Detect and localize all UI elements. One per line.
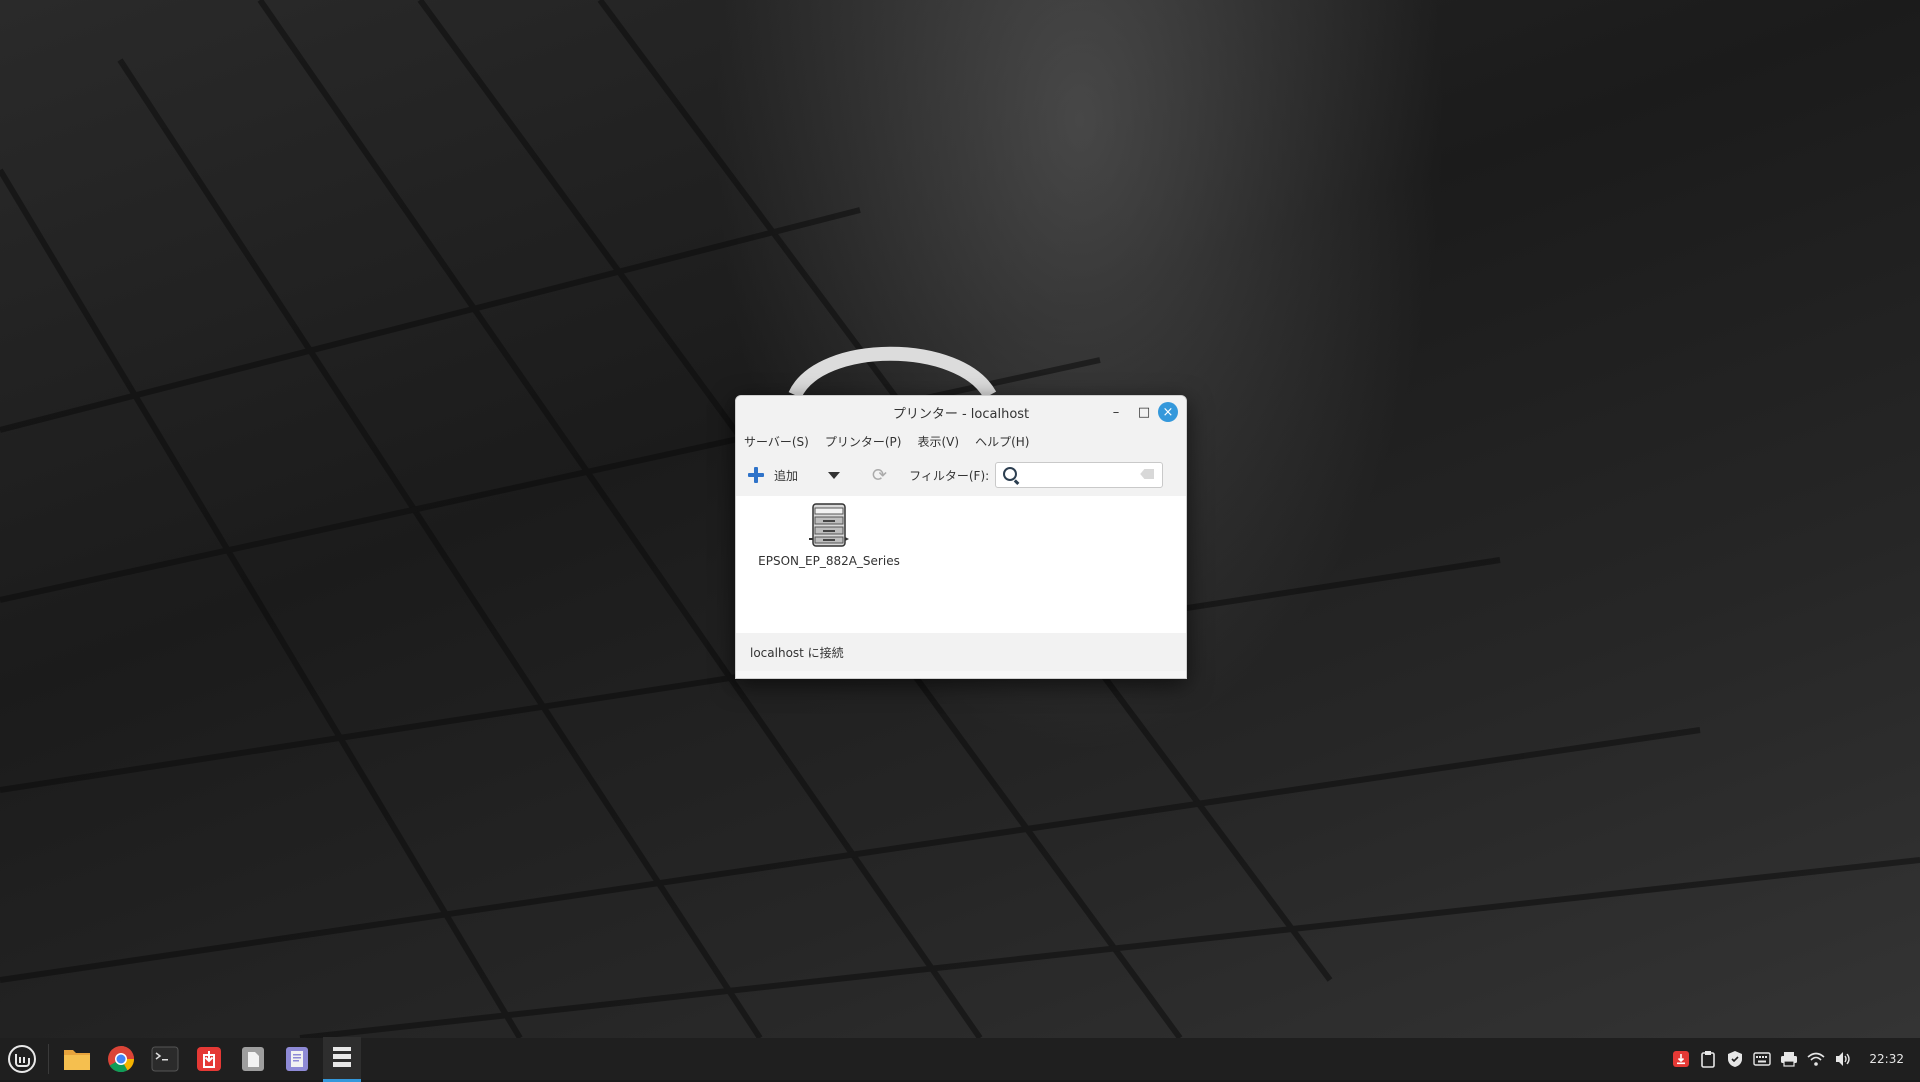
printers-taskbar-button[interactable]	[323, 1036, 361, 1082]
update-manager-tray-icon	[1673, 1051, 1690, 1067]
document-viewer-launcher[interactable]	[281, 1043, 313, 1075]
menu-printer[interactable]: プリンター(P)	[825, 431, 902, 452]
filter-field[interactable]	[995, 462, 1164, 488]
printer-name: EPSON_EP_882A_Series	[758, 554, 900, 568]
text-editor-launcher[interactable]	[237, 1043, 269, 1075]
close-button[interactable]: ×	[1156, 396, 1180, 428]
refresh-icon[interactable]: ⟳	[872, 465, 887, 486]
chrome-icon	[108, 1046, 135, 1073]
document-viewer-icon	[286, 1047, 308, 1071]
update-manager-launcher[interactable]	[193, 1043, 225, 1075]
chrome-launcher[interactable]	[105, 1043, 137, 1075]
clipboard-tray-button[interactable]	[1697, 1048, 1719, 1070]
menu-button[interactable]	[6, 1043, 38, 1075]
plus-icon	[748, 467, 764, 483]
update-manager-tray-button[interactable]	[1670, 1048, 1692, 1070]
text-editor-icon	[242, 1047, 264, 1071]
window-title: プリンター - localhost	[892, 406, 1030, 422]
filter-label: フィルター(F):	[909, 468, 990, 483]
printers-icon	[333, 1046, 351, 1067]
printer-list: EPSON_EP_882A_Series	[736, 496, 1186, 633]
menu-icon	[8, 1045, 36, 1073]
menu-view[interactable]: 表示(V)	[917, 431, 959, 452]
menu-server[interactable]: サーバー(S)	[744, 431, 809, 452]
wifi-icon	[1807, 1052, 1825, 1066]
add-button[interactable]: 追加	[748, 467, 798, 484]
printer-item[interactable]: EPSON_EP_882A_Series	[754, 502, 904, 568]
filter-input[interactable]	[1022, 467, 1137, 483]
maximize-button[interactable]: □	[1132, 396, 1156, 428]
keyboard-tray-button[interactable]	[1751, 1048, 1773, 1070]
add-button-label: 追加	[774, 468, 799, 483]
volume-icon	[1836, 1052, 1851, 1066]
shield-icon	[1728, 1051, 1743, 1067]
shield-tray-button[interactable]	[1724, 1048, 1746, 1070]
clipboard-icon	[1701, 1051, 1716, 1068]
wifi-tray-button[interactable]	[1805, 1048, 1827, 1070]
search-icon	[1003, 467, 1018, 481]
clock[interactable]: 22:32	[1869, 1052, 1904, 1066]
minimize-icon: –	[1112, 404, 1120, 420]
keyboard-icon	[1753, 1052, 1772, 1066]
files-icon	[64, 1050, 90, 1070]
statusbar: localhost に接続	[736, 633, 1186, 671]
menubar: サーバー(S) プリンター(P) 表示(V) ヘルプ(H)	[736, 428, 1186, 454]
connection-status: localhost に接続	[750, 645, 844, 660]
printers-window: プリンター - localhost – □ × サーバー(S) プリンター(P)…	[735, 395, 1187, 679]
close-icon: ×	[1158, 402, 1178, 422]
update-manager-icon	[197, 1047, 221, 1071]
clear-icon[interactable]	[1140, 469, 1155, 479]
volume-tray-button[interactable]	[1832, 1048, 1854, 1070]
add-dropdown-arrow-icon[interactable]	[828, 471, 841, 479]
taskbar: 22:32	[0, 1036, 1920, 1082]
minimize-button[interactable]: –	[1104, 396, 1128, 428]
printer-tray-button[interactable]	[1778, 1048, 1800, 1070]
maximize-icon: □	[1137, 404, 1151, 420]
terminal-icon	[151, 1046, 179, 1072]
files-launcher[interactable]	[61, 1043, 93, 1075]
printer-tray-icon	[1781, 1052, 1798, 1067]
system-tray: 22:32	[1670, 1038, 1920, 1080]
window-titlebar[interactable]: プリンター - localhost – □ ×	[736, 396, 1186, 428]
toolbar: 追加 ⟳ フィルター(F):	[736, 454, 1186, 496]
menu-help[interactable]: ヘルプ(H)	[975, 431, 1029, 452]
terminal-launcher[interactable]	[149, 1043, 181, 1075]
taskbar-separator	[48, 1044, 49, 1074]
printer-icon	[809, 503, 849, 547]
